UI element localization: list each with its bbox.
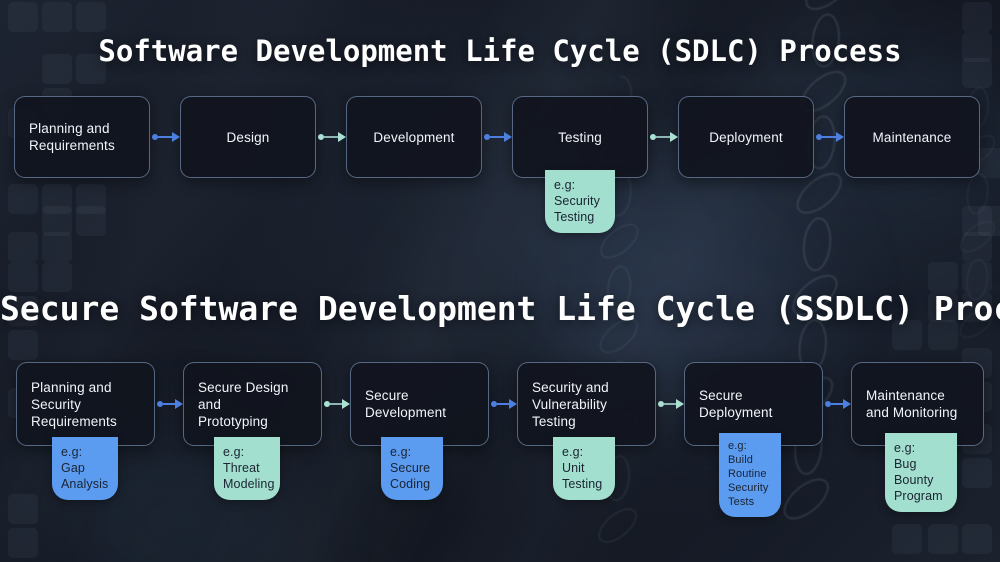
sdlc-stage-testing[interactable]: Testing [512, 96, 648, 178]
sdlc-connector-5 [816, 131, 844, 143]
connector-dot [484, 134, 490, 140]
ssdlc-stage-label: Security and Vulnerability Testing [532, 379, 609, 429]
ssdlc-example-tag-threat-modeling: e.g: Threat Modeling [214, 437, 280, 500]
arrow-head-icon [670, 132, 678, 142]
arrow-head-icon [676, 399, 684, 409]
connector-dot [825, 401, 831, 407]
connector-line [656, 136, 670, 138]
connector-line [163, 403, 175, 405]
sdlc-stage-design[interactable]: Design [180, 96, 316, 178]
sdlc-stage-label: Development [373, 129, 455, 145]
ssdlc-stage-label: Secure Development [365, 388, 447, 420]
ssdlc-stage-label: Planning and Security Requirements [31, 379, 117, 429]
connector-line [490, 136, 504, 138]
connector-dot [650, 134, 656, 140]
arrow-head-icon [836, 132, 844, 142]
ssdlc-connector-2 [324, 398, 350, 410]
ssdlc-stage-label: Secure Deployment [699, 388, 773, 420]
ssdlc-example-tag-gap-analysis: e.g: Gap Analysis [52, 437, 118, 500]
sdlc-stage-deployment[interactable]: Deployment [678, 96, 814, 178]
connector-dot [491, 401, 497, 407]
sdlc-stage-label: Design [226, 129, 270, 145]
ssdlc-stage-label: Secure Design and Prototyping [198, 379, 289, 429]
arrow-head-icon [172, 132, 180, 142]
arrow-head-icon [338, 132, 346, 142]
sdlc-stage-label: Deployment [709, 129, 783, 145]
connector-line [831, 403, 843, 405]
ssdlc-example-tag-unit-testing: e.g: Unit Testing [553, 437, 615, 500]
connector-line [158, 136, 172, 138]
sdlc-stage-planning-and-requirements[interactable]: Planning and Requirements [14, 96, 150, 178]
connector-dot [318, 134, 324, 140]
arrow-head-icon [843, 399, 851, 409]
ssdlc-title: Secure Software Development Life Cycle (… [0, 289, 1000, 328]
sdlc-connector-4 [650, 131, 678, 143]
sdlc-stage-label: Testing [558, 129, 602, 145]
ssdlc-connector-3 [491, 398, 517, 410]
connector-line [330, 403, 342, 405]
ssdlc-connector-4 [658, 398, 684, 410]
sdlc-connector-1 [152, 131, 180, 143]
ssdlc-connector-1 [157, 398, 183, 410]
ssdlc-example-tag-bug-bounty-program: e.g: Bug Bounty Program [885, 433, 957, 512]
connector-line [664, 403, 676, 405]
sdlc-connector-2 [318, 131, 346, 143]
sdlc-example-tag-testing: e.g: Security Testing [545, 170, 615, 233]
connector-dot [152, 134, 158, 140]
connector-dot [658, 401, 664, 407]
arrow-head-icon [342, 399, 350, 409]
arrow-head-icon [509, 399, 517, 409]
sdlc-connector-3 [484, 131, 512, 143]
sdlc-stage-maintenance[interactable]: Maintenance [844, 96, 980, 178]
ssdlc-example-tag-secure-coding: e.g: Secure Coding [381, 437, 443, 500]
sdlc-stage-development[interactable]: Development [346, 96, 482, 178]
ssdlc-stage-secure-design-and-prototyping[interactable]: Secure Design and Prototyping [183, 362, 322, 446]
ssdlc-connector-5 [825, 398, 851, 410]
sdlc-stage-label: Maintenance [872, 129, 952, 145]
connector-line [497, 403, 509, 405]
ssdlc-stage-planning-and-security-requirements[interactable]: Planning and Security Requirements [16, 362, 155, 446]
connector-line [324, 136, 338, 138]
arrow-head-icon [175, 399, 183, 409]
connector-dot [324, 401, 330, 407]
connector-dot [157, 401, 163, 407]
ssdlc-stage-label: Maintenance and Monitoring [866, 388, 958, 420]
sdlc-stage-label: Planning and Requirements [29, 121, 115, 153]
sdlc-title: Software Development Life Cycle (SDLC) P… [98, 34, 902, 68]
ssdlc-stage-security-and-vulnerability-testing[interactable]: Security and Vulnerability Testing [517, 362, 656, 446]
arrow-head-icon [504, 132, 512, 142]
ssdlc-example-tag-build-routine-security-tests: e.g: Build Routine Security Tests [719, 433, 781, 517]
connector-dot [816, 134, 822, 140]
ssdlc-stage-secure-development[interactable]: Secure Development [350, 362, 489, 446]
connector-line [822, 136, 836, 138]
